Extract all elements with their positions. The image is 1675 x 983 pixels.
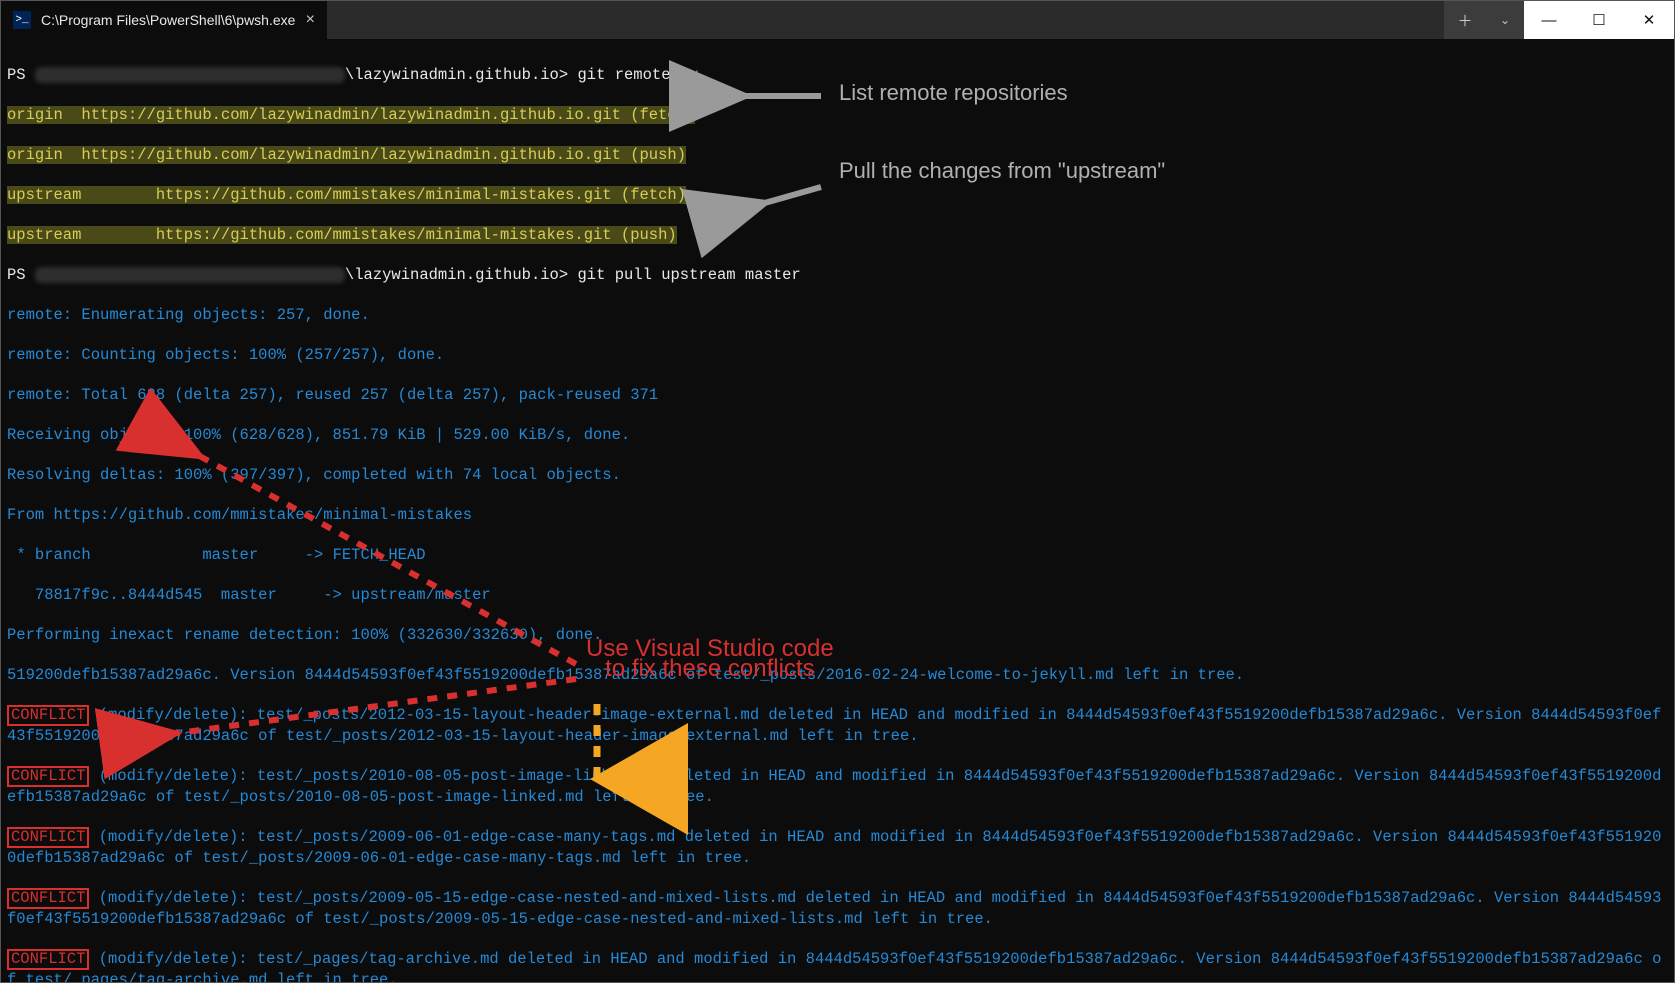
tab-dropdown-button[interactable]: ⌄ [1486,1,1524,39]
annotation-overlay [1,39,1674,982]
titlebar: >_ C:\Program Files\PowerShell\6\pwsh.ex… [1,1,1674,39]
annot-vscode: Use Visual Studio code to fix these conf… [586,639,834,679]
arrow-conflict-up [196,454,576,664]
annot-pull: Pull the changes from "upstream" [839,161,1165,181]
arrow-pull [761,187,821,204]
annot-list-remote: List remote repositories [839,83,1068,103]
close-window-button[interactable]: ✕ [1624,1,1674,39]
annot-vscode-line2: to fix these conflicts [586,659,834,679]
minimize-button[interactable]: — [1524,1,1574,39]
close-tab-icon[interactable]: × [305,11,315,29]
new-tab-button[interactable]: ＋ [1444,1,1486,39]
maximize-button[interactable]: ☐ [1574,1,1624,39]
tab-title: C:\Program Files\PowerShell\6\pwsh.exe [41,12,295,28]
powershell-icon: >_ [13,11,31,29]
terminal-body[interactable]: PS \lazywinadmin.github.io> git remote -… [1,39,1674,982]
arrow-conflict-down [171,679,576,734]
tab-pwsh[interactable]: >_ C:\Program Files\PowerShell\6\pwsh.ex… [1,1,327,39]
terminal-window: >_ C:\Program Files\PowerShell\6\pwsh.ex… [0,0,1675,983]
